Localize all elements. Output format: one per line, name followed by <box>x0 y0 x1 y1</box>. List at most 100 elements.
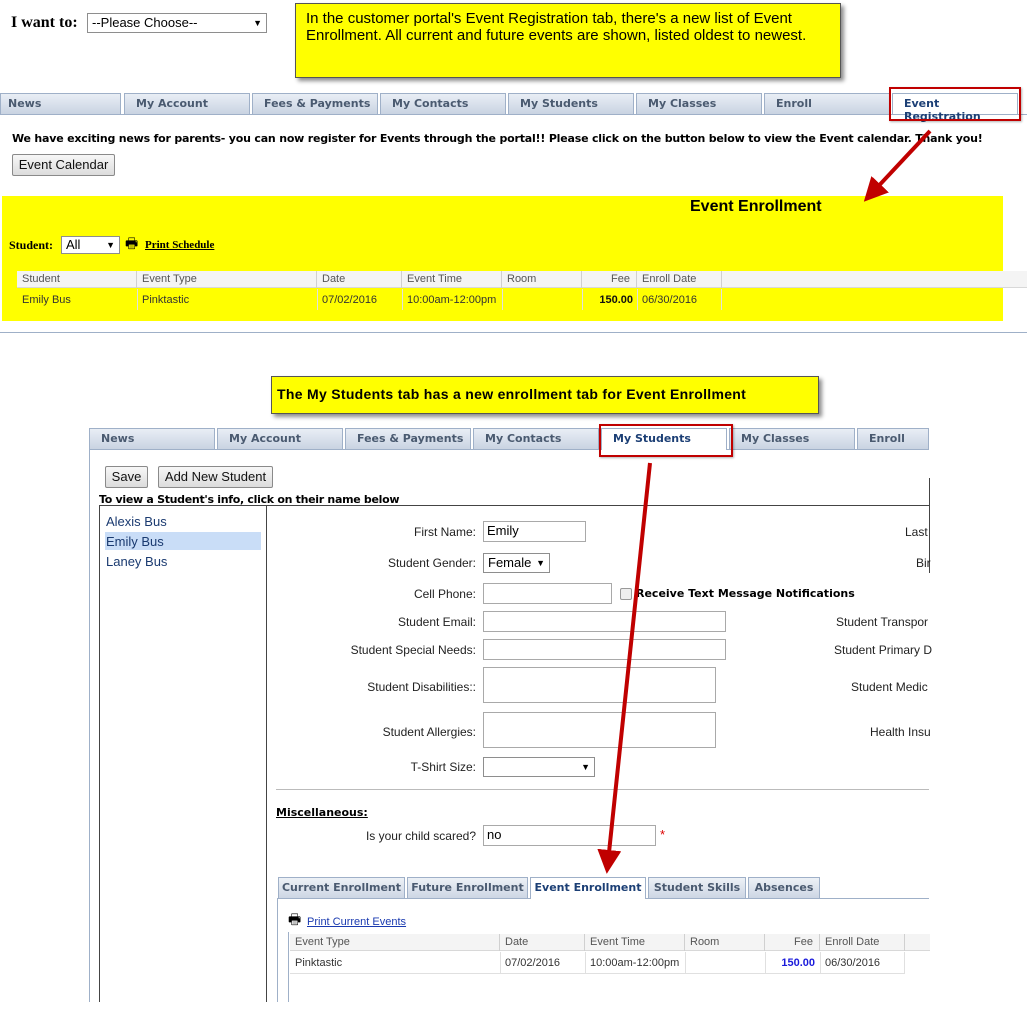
tab-my-contacts[interactable]: My Contacts <box>380 93 506 114</box>
scared-label: Is your child scared? <box>365 829 476 843</box>
col-event-type[interactable]: Event Type <box>137 271 317 288</box>
cell-date: 07/02/2016 <box>322 294 378 306</box>
cell-enroll-date: 06/30/2016 <box>825 957 881 969</box>
miscellaneous-heading: Miscellaneous: <box>276 806 368 819</box>
print-current-events-link[interactable]: Print Current Events <box>307 916 406 928</box>
col-student[interactable]: Student <box>17 271 137 288</box>
printer-icon[interactable]: 🖶 <box>288 909 301 933</box>
primary-doctor-label: Student Primary D <box>834 643 933 657</box>
health-insurance-label: Health Insu <box>870 725 931 739</box>
tab-my-contacts[interactable]: My Contacts <box>473 428 599 449</box>
disabilities-textarea[interactable] <box>483 667 716 703</box>
allergies-textarea[interactable] <box>483 712 716 748</box>
col-room[interactable]: Room <box>502 271 582 288</box>
printer-icon[interactable]: 🖶 <box>125 233 138 257</box>
scared-field[interactable]: no <box>483 825 656 846</box>
tab-enroll[interactable]: Enroll <box>764 93 890 114</box>
page-frame-left <box>89 450 90 1002</box>
tab-student-skills[interactable]: Student Skills <box>648 877 746 898</box>
col-enroll-date[interactable]: Enroll Date <box>637 271 722 288</box>
tab-my-account[interactable]: My Account <box>124 93 250 114</box>
special-needs-field[interactable] <box>483 639 726 660</box>
tab-current-enrollment[interactable]: Current Enrollment <box>278 877 405 898</box>
col-fee[interactable]: Fee <box>765 934 820 951</box>
tab-my-students[interactable]: My Students <box>508 93 634 114</box>
disabilities-label: Student Disabilities:: <box>367 680 476 694</box>
gender-value: Female <box>488 555 532 570</box>
grid-divider <box>685 952 686 973</box>
col-room[interactable]: Room <box>685 934 765 951</box>
tab-fees-payments[interactable]: Fees & Payments <box>252 93 378 114</box>
i-want-to-select[interactable]: --Please Choose-- ▼ <box>87 13 267 33</box>
tab-absences[interactable]: Absences <box>748 877 820 898</box>
col-event-type[interactable]: Event Type <box>290 934 500 951</box>
required-marker: * <box>660 827 666 842</box>
student-filter-value: All <box>66 237 81 252</box>
save-button[interactable]: Save <box>105 466 148 488</box>
subtab-panel-left <box>277 899 278 1002</box>
col-fee[interactable]: Fee <box>582 271 637 288</box>
tab-event-enrollment[interactable]: Event Enrollment <box>530 877 646 899</box>
grid-divider <box>317 289 318 310</box>
grid-divider <box>500 952 501 973</box>
callout-my-students: The My Students tab has a new enrollment… <box>271 376 819 414</box>
cell-fee: 150.00 <box>599 294 633 306</box>
arrow-to-event-enrollment-tab <box>597 462 652 874</box>
cell-event-time: 10:00am-12:00pm <box>590 957 680 969</box>
student-list-item-selected[interactable]: Emily Bus <box>106 534 164 549</box>
cell-phone-field[interactable] <box>483 583 612 604</box>
cell-fee: 150.00 <box>781 957 815 969</box>
tab-strip-baseline <box>0 114 1027 115</box>
highlight-box-my-students <box>599 424 733 457</box>
chevron-down-icon: ▼ <box>581 762 590 772</box>
tab-fees-payments[interactable]: Fees & Payments <box>345 428 471 449</box>
col-date[interactable]: Date <box>317 271 402 288</box>
col-event-time[interactable]: Event Time <box>585 934 685 951</box>
cell-date: 07/02/2016 <box>505 957 561 969</box>
tshirt-select[interactable]: ▼ <box>483 757 595 777</box>
tab-enroll[interactable]: Enroll <box>857 428 929 449</box>
grid-divider <box>137 289 138 310</box>
tab-news[interactable]: News <box>89 428 215 449</box>
text-notifications-label: Receive Text Message Notifications <box>636 587 855 600</box>
event-calendar-button[interactable]: Event Calendar <box>12 154 115 176</box>
col-event-time[interactable]: Event Time <box>402 271 502 288</box>
col-enroll-date[interactable]: Enroll Date <box>820 934 905 951</box>
medical-label: Student Medic <box>851 680 928 694</box>
tshirt-label: T-Shirt Size: <box>410 760 476 774</box>
student-filter-select[interactable]: All ▼ <box>61 236 120 254</box>
cell-event-type: Pinktastic <box>295 957 343 969</box>
tab-my-account[interactable]: My Account <box>217 428 343 449</box>
grid-left-border <box>288 932 289 1002</box>
first-name-field[interactable]: Emily <box>483 521 586 542</box>
email-field[interactable] <box>483 611 726 632</box>
list-left-border <box>99 505 100 1002</box>
student-filter-label: Student: <box>9 238 54 252</box>
email-label: Student Email: <box>397 615 476 629</box>
cell-event-time: 10:00am-12:00pm <box>407 294 497 306</box>
special-needs-label: Student Special Needs: <box>350 643 476 657</box>
text-notifications-checkbox[interactable] <box>620 588 632 600</box>
print-schedule-link[interactable]: Print Schedule <box>145 239 214 251</box>
grid-divider <box>820 952 821 973</box>
tab-news[interactable]: News <box>0 93 121 114</box>
add-new-student-button[interactable]: Add New Student <box>158 466 273 488</box>
student-list-item[interactable]: Laney Bus <box>106 554 167 569</box>
list-divider <box>266 505 267 1002</box>
event-enrollment-title: Event Enrollment <box>690 198 822 215</box>
first-name-label: First Name: <box>413 525 476 539</box>
student-list-item[interactable]: Alexis Bus <box>106 514 167 529</box>
grid-divider <box>585 952 586 973</box>
event-notice: We have exciting news for parents- you c… <box>12 132 983 145</box>
last-name-label: Last <box>905 525 928 539</box>
tab-future-enrollment[interactable]: Future Enrollment <box>407 877 528 898</box>
row-divider <box>290 973 905 974</box>
cell-phone-label: Cell Phone: <box>413 587 476 601</box>
tab-my-classes[interactable]: My Classes <box>636 93 762 114</box>
grid-divider <box>502 289 503 310</box>
gender-select[interactable]: Female ▼ <box>483 553 550 573</box>
list-top-border <box>99 505 930 506</box>
grid-divider <box>904 952 905 973</box>
col-date[interactable]: Date <box>500 934 585 951</box>
tab-my-classes[interactable]: My Classes <box>729 428 855 449</box>
